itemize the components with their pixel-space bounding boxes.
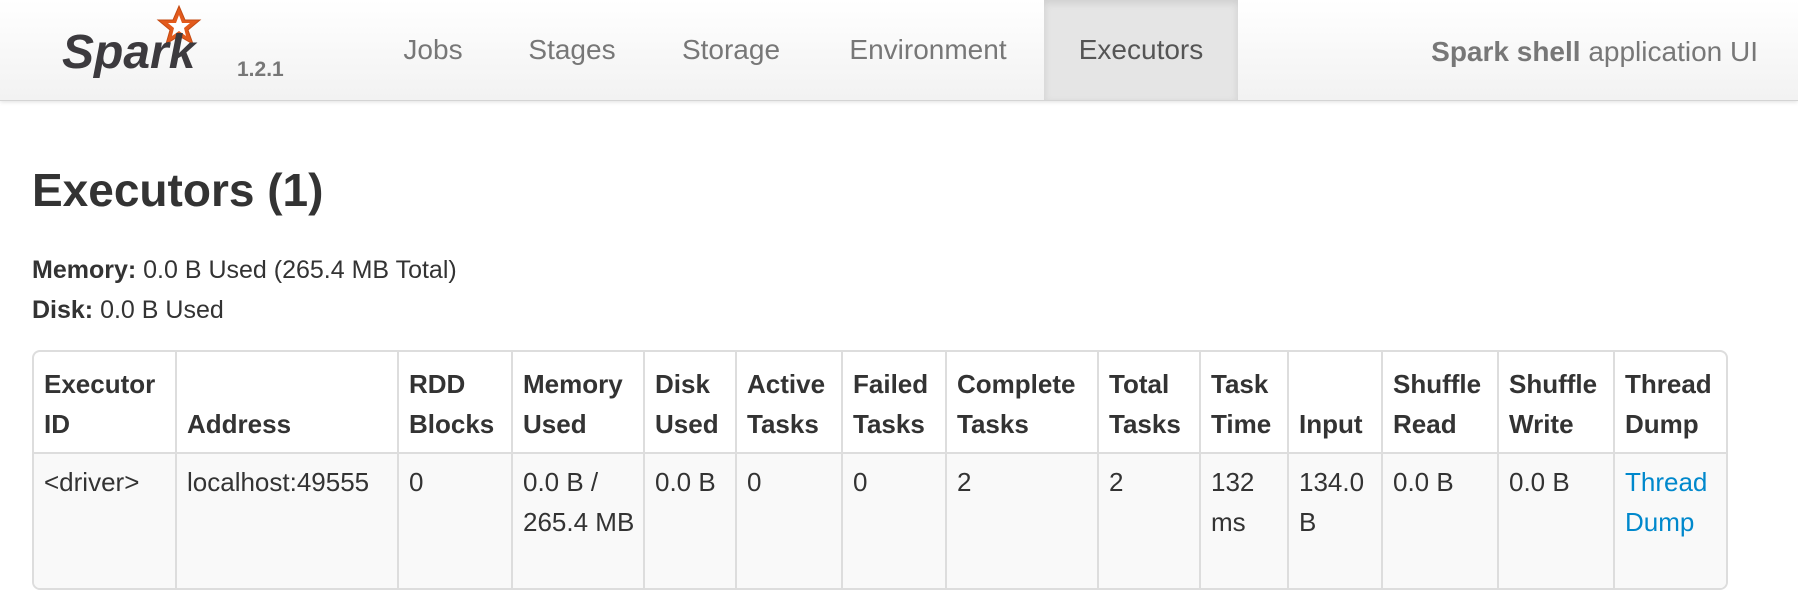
tab-storage[interactable]: Storage <box>664 0 798 100</box>
memory-summary: Memory: 0.0 B Used (265.4 MB Total) <box>32 250 457 290</box>
disk-summary: Disk: 0.0 B Used <box>32 290 224 330</box>
cell-rdd-blocks: 0 <box>397 453 512 588</box>
spark-logo-icon: Spark <box>62 4 202 79</box>
cell-executor-id: <driver> <box>34 453 176 588</box>
col-rdd-blocks[interactable]: RDD Blocks <box>397 352 512 454</box>
cell-address: localhost:49555 <box>175 453 398 588</box>
cell-input: 134.0 B <box>1287 453 1382 588</box>
col-total-tasks[interactable]: Total Tasks <box>1097 352 1200 454</box>
cell-memory-used: 0.0 B / 265.4 MB <box>511 453 644 588</box>
col-active-tasks[interactable]: Active Tasks <box>735 352 842 454</box>
table-row: <driver> localhost:49555 0 0.0 B / 265.4… <box>34 453 1726 588</box>
cell-disk-used: 0.0 B <box>643 453 736 588</box>
col-executor-id[interactable]: Executor ID <box>34 352 176 454</box>
col-task-time[interactable]: Task Time <box>1199 352 1288 454</box>
version-label: 1.2.1 <box>237 58 284 81</box>
col-complete-tasks[interactable]: Complete Tasks <box>945 352 1098 454</box>
disk-label: Disk: <box>32 296 94 324</box>
cell-task-time: 132 ms <box>1199 453 1288 588</box>
col-address[interactable]: Address <box>175 352 398 454</box>
top-navbar: Spark 1.2.1 Jobs Stages Storage Environm… <box>0 0 1798 101</box>
col-thread-dump[interactable]: Thread Dump <box>1613 352 1726 454</box>
col-input[interactable]: Input <box>1287 352 1382 454</box>
tab-jobs[interactable]: Jobs <box>382 0 484 100</box>
col-shuffle-write[interactable]: Shuffle Write <box>1497 352 1614 454</box>
cell-failed-tasks: 0 <box>841 453 946 588</box>
app-title-suffix: application UI <box>1580 36 1758 67</box>
cell-active-tasks: 0 <box>735 453 842 588</box>
thread-dump-link[interactable]: Thread Dump <box>1625 467 1707 537</box>
cell-shuffle-write: 0.0 B <box>1497 453 1614 588</box>
disk-value: 0.0 B Used <box>93 296 224 324</box>
cell-thread-dump: Thread Dump <box>1613 453 1726 588</box>
tab-executors[interactable]: Executors <box>1044 0 1238 100</box>
col-shuffle-read[interactable]: Shuffle Read <box>1381 352 1498 454</box>
cell-complete-tasks: 2 <box>945 453 1098 588</box>
tab-stages[interactable]: Stages <box>510 0 634 100</box>
cell-total-tasks: 2 <box>1097 453 1200 588</box>
col-memory-used[interactable]: Memory Used <box>511 352 644 454</box>
table-header-row: Executor ID Address RDD Blocks Memory Used … <box>34 352 1726 454</box>
col-failed-tasks[interactable]: Failed Tasks <box>841 352 946 454</box>
cell-shuffle-read: 0.0 B <box>1381 453 1498 588</box>
col-disk-used[interactable]: Disk Used <box>643 352 736 454</box>
executors-table: Executor ID Address RDD Blocks Memory Used … <box>34 352 1726 588</box>
app-title: Spark shell application UI <box>1431 0 1758 100</box>
spark-logo[interactable]: Spark 1.2.1 <box>62 2 302 92</box>
memory-label: Memory: <box>32 256 137 284</box>
app-name: Spark shell <box>1431 36 1581 67</box>
logo-wordmark: Spark <box>62 26 198 79</box>
tab-environment[interactable]: Environment <box>830 0 1026 100</box>
executors-table-container: Executor ID Address RDD Blocks Memory Used … <box>32 350 1728 590</box>
page-title: Executors (1) <box>32 164 324 216</box>
memory-value: 0.0 B Used (265.4 MB Total) <box>136 256 457 284</box>
